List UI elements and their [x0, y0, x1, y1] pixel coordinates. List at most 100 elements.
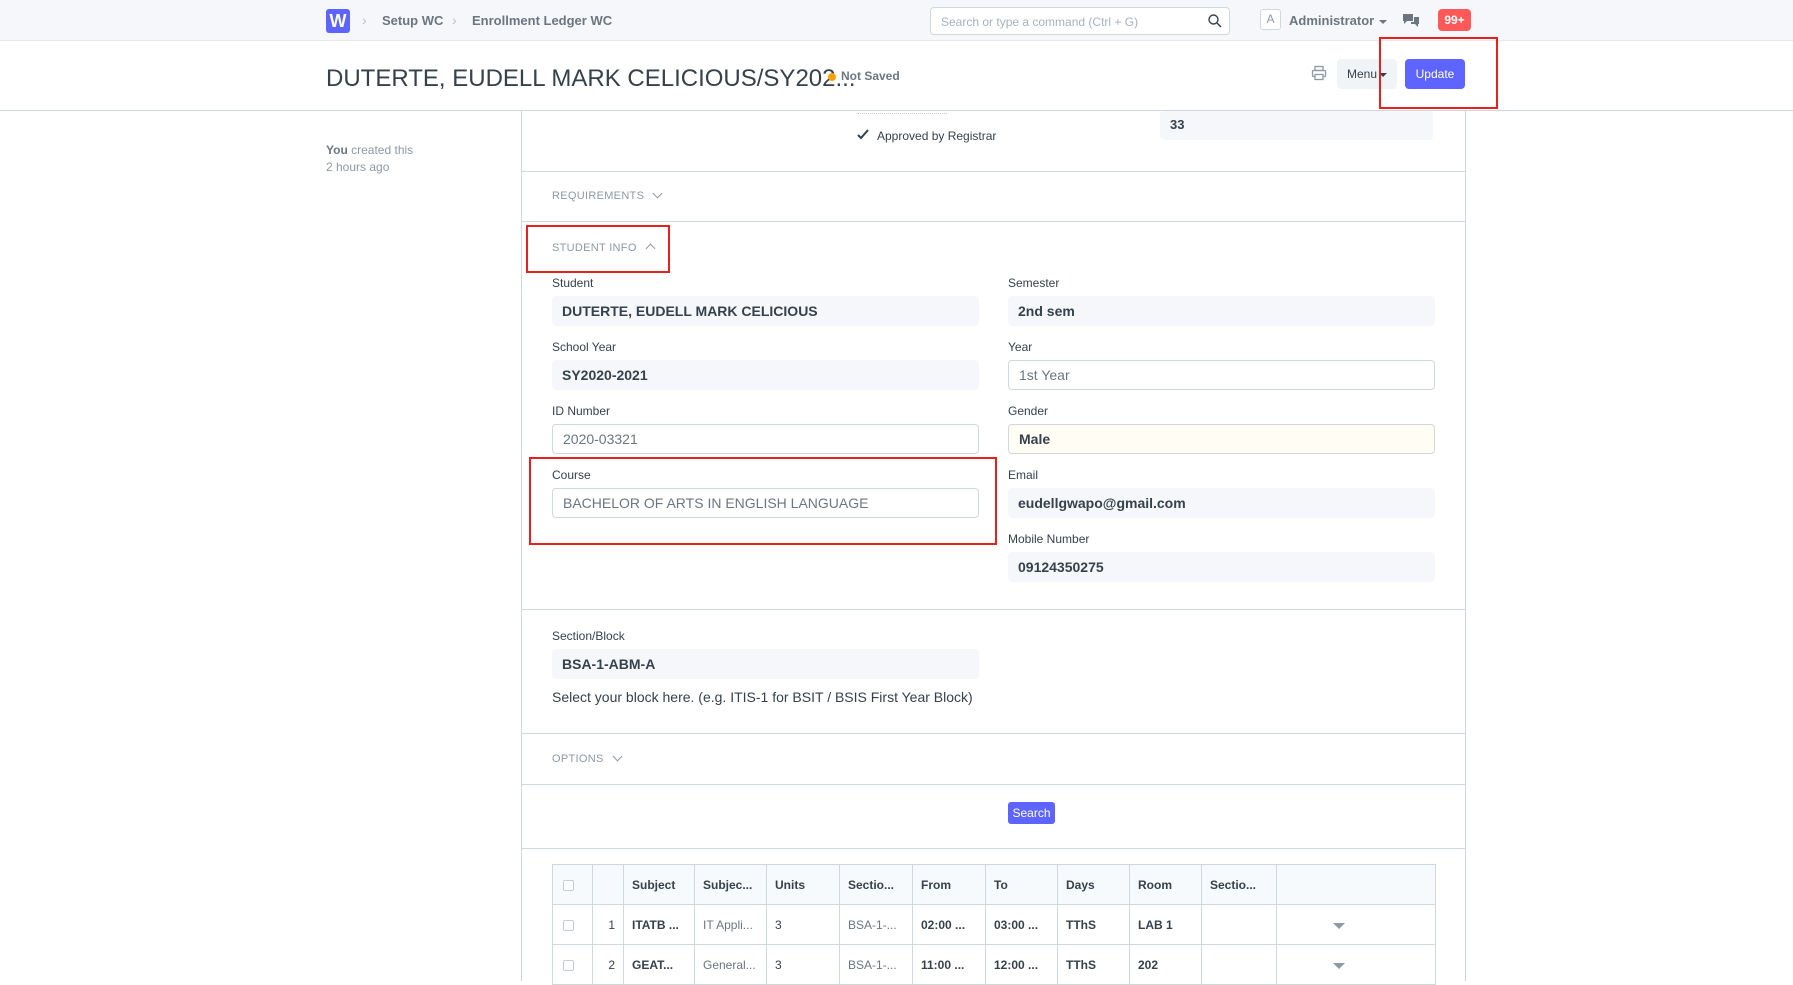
school-year-field[interactable]: SY2020-2021	[552, 360, 979, 390]
user-name: Administrator	[1289, 13, 1375, 28]
section-student-info[interactable]: STUDENT INFO	[552, 242, 656, 254]
header-subject[interactable]: Subject	[623, 864, 695, 905]
search-input[interactable]: Search or type a command (Ctrl + G)	[930, 7, 1230, 35]
id-number-input[interactable]: 2020-03321	[552, 424, 979, 454]
cell-subject[interactable]: GEAT...	[623, 944, 695, 985]
cell-days[interactable]: TThS	[1057, 904, 1130, 945]
student-field[interactable]: DUTERTE, EUDELL MARK CELICIOUS	[552, 296, 979, 326]
section-divider	[522, 733, 1465, 734]
cell-from[interactable]: 11:00 ...	[912, 944, 986, 985]
table-header-row: Subject Subjec... Units Sectio... From T…	[552, 864, 1436, 905]
gender-select[interactable]: Male	[1008, 424, 1435, 454]
select-all-checkbox-cell[interactable]	[552, 864, 593, 905]
chevron-down-icon	[652, 188, 663, 199]
subjects-table: Subject Subjec... Units Sectio... From T…	[552, 864, 1436, 985]
year-label: Year	[1008, 340, 1033, 354]
print-icon[interactable]	[1311, 65, 1327, 81]
chevron-down-icon	[612, 751, 623, 762]
header-room[interactable]: Room	[1129, 864, 1202, 905]
header-index	[592, 864, 624, 905]
row-checkbox[interactable]	[563, 919, 574, 931]
search-button[interactable]: Search	[1008, 802, 1055, 824]
header-to[interactable]: To	[985, 864, 1058, 905]
check-icon	[857, 129, 869, 140]
caret-down-icon[interactable]	[1333, 922, 1345, 929]
row-checkbox[interactable]	[563, 959, 574, 971]
header-units[interactable]: Units	[766, 864, 840, 905]
menu-button[interactable]: Menu	[1337, 59, 1397, 89]
cell-subject-desc[interactable]: IT Appli...	[694, 904, 767, 945]
school-year-label: School Year	[552, 340, 617, 354]
caret-down-icon[interactable]	[1333, 962, 1345, 969]
section-student-info-label: STUDENT INFO	[552, 242, 637, 254]
cell-section-2[interactable]	[1201, 904, 1277, 945]
semester-label: Semester	[1008, 276, 1060, 290]
section-requirements[interactable]: REQUIREMENTS	[552, 188, 663, 202]
update-button[interactable]: Update	[1405, 59, 1465, 89]
value-33-field[interactable]: 33	[1160, 111, 1433, 140]
section-options[interactable]: OPTIONS	[552, 751, 623, 765]
table-row[interactable]: 2 GEAT... General... 3 BSA-1-... 11:00 .…	[552, 944, 1436, 985]
section-options-label: OPTIONS	[552, 753, 604, 765]
section-divider	[522, 848, 1465, 849]
row-index: 2	[592, 944, 624, 985]
approved-by-registrar-label: Approved by Registrar	[877, 129, 997, 143]
cell-section[interactable]: BSA-1-...	[839, 944, 913, 985]
year-input[interactable]: 1st Year	[1008, 360, 1435, 390]
cell-room[interactable]: LAB 1	[1129, 904, 1202, 945]
course-input[interactable]: BACHELOR OF ARTS IN ENGLISH LANGUAGE	[552, 488, 979, 518]
section-block-help: Select your block here. (e.g. ITIS-1 for…	[552, 689, 973, 705]
form-card: Approved by Registrar 33 REQUIREMENTS ST…	[521, 111, 1466, 985]
cell-subject-desc[interactable]: General...	[694, 944, 767, 985]
header-from[interactable]: From	[912, 864, 986, 905]
cell-units[interactable]: 3	[766, 944, 840, 985]
section-block-label: Section/Block	[552, 629, 625, 643]
app-logo[interactable]: W	[326, 9, 350, 33]
email-field[interactable]: eudellgwapo@gmail.com	[1008, 488, 1435, 518]
cropped-text	[857, 111, 947, 114]
notification-badge[interactable]: 99+	[1438, 9, 1471, 31]
breadcrumb-setup-wc[interactable]: Setup WC	[382, 13, 443, 28]
status-badge: Not Saved	[841, 69, 900, 83]
student-label: Student	[552, 276, 594, 290]
table-row[interactable]: 1 ITATB ... IT Appli... 3 BSA-1-... 02:0…	[552, 904, 1436, 945]
caret-down-icon	[1379, 72, 1388, 77]
section-divider	[522, 609, 1465, 610]
mobile-number-label: Mobile Number	[1008, 532, 1090, 546]
breadcrumb-enrollment-ledger[interactable]: Enrollment Ledger WC	[472, 13, 612, 28]
section-block-field[interactable]: BSA-1-ABM-A	[552, 649, 979, 679]
cell-units[interactable]: 3	[766, 904, 840, 945]
row-actions[interactable]	[1276, 944, 1436, 985]
caret-down-icon	[1379, 19, 1388, 24]
header-days[interactable]: Days	[1057, 864, 1130, 905]
avatar[interactable]: A	[1260, 9, 1281, 30]
chat-icon[interactable]	[1402, 12, 1420, 28]
id-number-label: ID Number	[552, 404, 611, 418]
header-subject-desc[interactable]: Subjec...	[694, 864, 767, 905]
mobile-number-field[interactable]: 09124350275	[1008, 552, 1435, 582]
semester-field[interactable]: 2nd sem	[1008, 296, 1435, 326]
created-time: 2 hours ago	[326, 160, 390, 174]
section-requirements-label: REQUIREMENTS	[552, 190, 645, 202]
select-all-checkbox[interactable]	[563, 879, 574, 891]
user-menu[interactable]: Administrator	[1289, 13, 1388, 28]
chevron-up-icon	[645, 243, 656, 254]
page-head: DUTERTE, EUDELL MARK CELICIOUS/SY202... …	[0, 41, 1793, 111]
row-checkbox-cell[interactable]	[552, 904, 593, 945]
navbar: W › Setup WC › Enrollment Ledger WC Sear…	[0, 0, 1793, 41]
cell-from[interactable]: 02:00 ...	[912, 904, 986, 945]
cell-section-2[interactable]	[1201, 944, 1277, 985]
header-section[interactable]: Sectio...	[839, 864, 913, 905]
cell-to[interactable]: 12:00 ...	[985, 944, 1058, 985]
row-checkbox-cell[interactable]	[552, 944, 593, 985]
cell-subject[interactable]: ITATB ...	[623, 904, 695, 945]
gender-label: Gender	[1008, 404, 1049, 418]
cell-room[interactable]: 202	[1129, 944, 1202, 985]
cell-to[interactable]: 03:00 ...	[985, 904, 1058, 945]
chevron-right-icon: ›	[452, 12, 457, 28]
header-section-2[interactable]: Sectio...	[1201, 864, 1277, 905]
cell-section[interactable]: BSA-1-...	[839, 904, 913, 945]
cell-days[interactable]: TThS	[1057, 944, 1130, 985]
row-actions[interactable]	[1276, 904, 1436, 945]
status-dot-icon	[828, 73, 836, 81]
